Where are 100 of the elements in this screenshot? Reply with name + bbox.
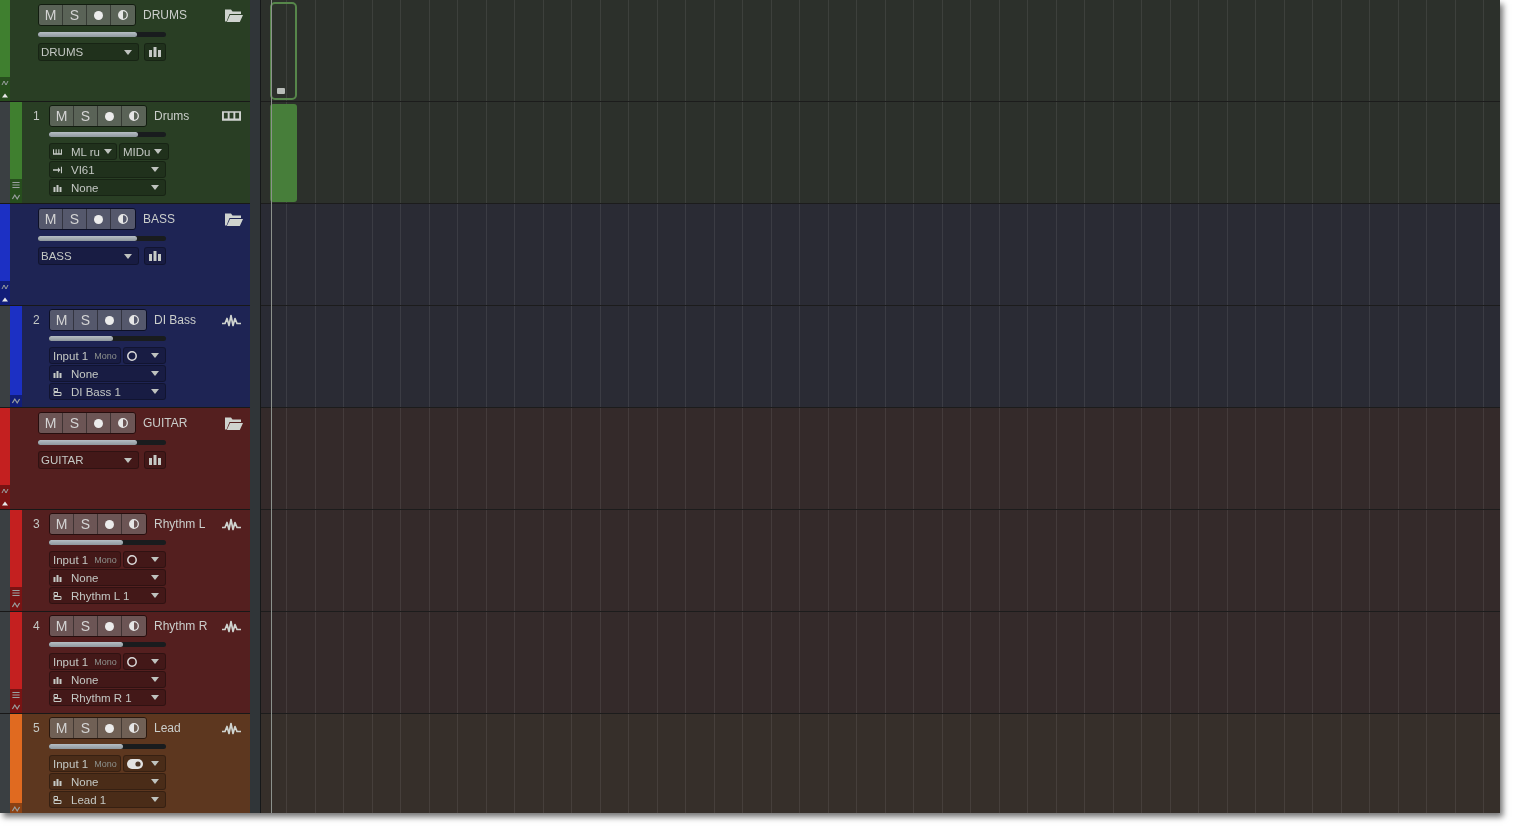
monitor-dropdown[interactable] [123, 551, 166, 568]
monitor-button[interactable] [111, 5, 135, 25]
stacked-boxes-icon [53, 591, 62, 600]
mute-button[interactable]: M [39, 209, 63, 229]
monitor-dropdown[interactable] [123, 755, 166, 772]
track-name: GUITAR [143, 416, 188, 430]
caret-icon [151, 593, 159, 598]
bus-dropdown[interactable]: BASS [38, 247, 139, 265]
solo-button[interactable]: S [63, 413, 87, 433]
caret-icon [151, 557, 159, 562]
mute-button[interactable]: M [50, 718, 74, 738]
track-name: DI Bass [154, 313, 196, 327]
mixer-button[interactable] [144, 43, 166, 61]
volume-slider[interactable] [49, 642, 166, 647]
caret-icon [151, 371, 159, 376]
caret-icon [151, 695, 159, 700]
bus-dropdown[interactable]: GUITAR [38, 451, 139, 469]
record-button[interactable] [87, 209, 111, 229]
volume-slider[interactable] [49, 744, 166, 749]
stacked-boxes-icon [53, 795, 62, 804]
output-dropdown[interactable]: Rhythm R 1 [49, 689, 166, 706]
caret-icon [151, 185, 159, 190]
record-button[interactable] [87, 5, 111, 25]
monitor-button[interactable] [122, 616, 146, 636]
record-button[interactable] [98, 106, 122, 126]
volume-slider[interactable] [38, 32, 166, 37]
volume-slider[interactable] [49, 132, 166, 137]
caret-icon [104, 149, 112, 154]
zigzag-icon[interactable] [10, 191, 22, 203]
track-name: DRUMS [143, 8, 187, 22]
mute-button[interactable]: M [50, 106, 74, 126]
caret-icon [154, 149, 163, 154]
solo-button[interactable]: S [74, 616, 98, 636]
solo-button[interactable]: S [74, 106, 98, 126]
mute-button[interactable]: M [50, 310, 74, 330]
monitor-button[interactable] [122, 514, 146, 534]
record-button[interactable] [98, 718, 122, 738]
record-button[interactable] [98, 310, 122, 330]
clip[interactable] [270, 104, 297, 202]
send-dropdown[interactable]: None [49, 773, 166, 790]
mute-button[interactable]: M [39, 413, 63, 433]
list-icon[interactable] [10, 179, 22, 191]
send-dropdown[interactable]: None [49, 365, 166, 382]
mute-button[interactable]: M [50, 616, 74, 636]
monitor-button[interactable] [122, 106, 146, 126]
output-dropdown[interactable]: Rhythm L 1 [49, 587, 166, 604]
mute-button[interactable]: M [50, 514, 74, 534]
list-icon[interactable] [10, 689, 22, 701]
output-dropdown[interactable]: Lead 1 [49, 791, 166, 808]
input-dropdown[interactable]: Input 1 Mono [49, 653, 121, 670]
track-number: 3 [33, 517, 41, 531]
list-icon[interactable] [10, 587, 22, 599]
solo-button[interactable]: S [74, 310, 98, 330]
caret-icon [151, 797, 159, 802]
caret-icon [151, 677, 159, 682]
send-dropdown[interactable]: None [49, 179, 166, 196]
zigzag-icon[interactable] [10, 701, 22, 713]
track-name: Rhythm R [154, 619, 208, 633]
volume-slider[interactable] [38, 236, 166, 241]
midi-input-dropdown[interactable]: ML ru [49, 143, 117, 160]
monitor-button[interactable] [122, 310, 146, 330]
volume-slider[interactable] [49, 336, 166, 341]
monitor-dropdown[interactable] [123, 347, 166, 364]
solo-button[interactable]: S [63, 5, 87, 25]
instrument-dropdown[interactable]: VI61 [49, 161, 166, 178]
folder-icon [225, 8, 243, 22]
bus-dropdown[interactable]: DRUMS [38, 43, 139, 61]
input-dropdown[interactable]: Input 1 Mono [49, 347, 121, 364]
solo-button[interactable]: S [74, 514, 98, 534]
record-icon [105, 519, 114, 529]
solo-button[interactable]: S [74, 718, 98, 738]
zigzag-icon[interactable] [10, 599, 22, 611]
piano-icon [53, 147, 62, 156]
mute-button[interactable]: M [39, 5, 63, 25]
mixer-button[interactable] [144, 451, 166, 469]
monitor-button[interactable] [122, 718, 146, 738]
monitor-button[interactable] [111, 209, 135, 229]
input-dropdown[interactable]: Input 1 Mono [49, 755, 121, 772]
zigzag-icon[interactable] [10, 395, 22, 407]
folder-icon [225, 212, 243, 226]
zigzag-icon[interactable] [0, 281, 10, 293]
output-dropdown[interactable]: DI Bass 1 [49, 383, 166, 400]
zigzag-icon[interactable] [10, 803, 22, 813]
volume-slider[interactable] [38, 440, 166, 445]
bars-icon [149, 47, 161, 57]
record-button[interactable] [87, 413, 111, 433]
input-dropdown[interactable]: Input 1 Mono [49, 551, 121, 568]
record-button[interactable] [98, 616, 122, 636]
record-button[interactable] [98, 514, 122, 534]
monitor-dropdown[interactable] [123, 653, 166, 670]
send-dropdown[interactable]: None [49, 569, 166, 586]
monitor-button[interactable] [111, 413, 135, 433]
track-name: Lead [154, 721, 181, 735]
solo-button[interactable]: S [63, 209, 87, 229]
midi-channel-dropdown[interactable]: MIDu [119, 143, 170, 160]
send-dropdown[interactable]: None [49, 671, 166, 688]
record-icon [105, 315, 114, 325]
volume-slider[interactable] [49, 540, 166, 545]
mixer-button[interactable] [144, 247, 166, 265]
bars-icon [149, 251, 161, 261]
